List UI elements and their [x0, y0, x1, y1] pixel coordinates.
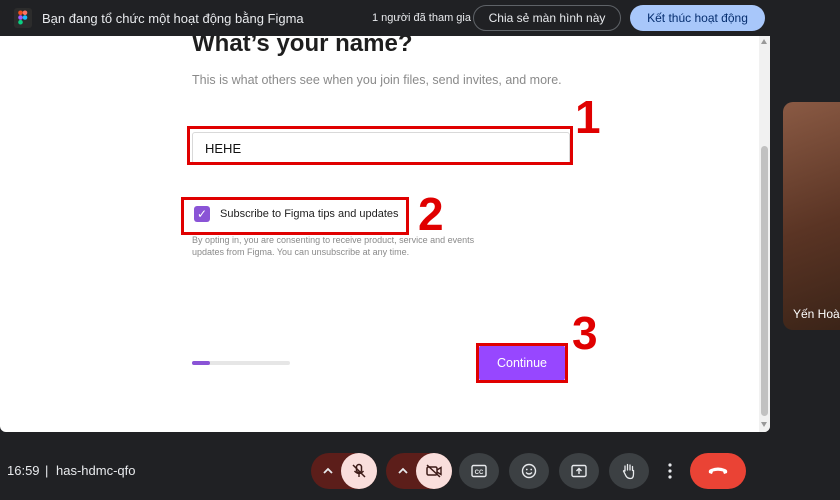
activity-title: Bạn đang tổ chức một hoạt động bằng Figm… — [42, 11, 304, 26]
page-subtitle: This is what others see when you join fi… — [192, 73, 562, 87]
more-options-button[interactable] — [655, 453, 685, 489]
onboarding-progress — [192, 361, 290, 365]
captions-icon: CC — [471, 464, 487, 478]
chevron-up-icon — [398, 467, 408, 474]
current-time: 16:59 — [7, 463, 40, 478]
participant-name: Yến Hoà — [793, 307, 840, 321]
vertical-scrollbar[interactable] — [759, 36, 770, 432]
more-vert-icon — [668, 463, 672, 479]
participant-tile[interactable]: Yến Hoà — [783, 102, 840, 330]
annotation-number-3: 3 — [572, 307, 598, 359]
participant-count: 1 người đã tham gia — [372, 12, 471, 24]
present-now-button[interactable] — [559, 453, 599, 489]
microphone-button[interactable] — [341, 453, 377, 489]
present-screen-icon — [571, 464, 587, 478]
shared-screen: What’s your name? This is what others se… — [0, 36, 770, 432]
page-title: What’s your name? — [192, 36, 413, 57]
mic-options-button[interactable] — [317, 453, 339, 489]
svg-text:CC: CC — [475, 470, 484, 476]
camera-button[interactable] — [416, 453, 452, 489]
consent-disclaimer: By opting in, you are consenting to rece… — [192, 235, 475, 257]
separator: | — [45, 463, 49, 478]
scroll-up-arrow-icon[interactable] — [761, 39, 767, 44]
reactions-button[interactable] — [509, 453, 549, 489]
highlight-box-2 — [181, 197, 409, 235]
annotation-number-1: 1 — [575, 91, 601, 143]
share-screen-button[interactable]: Chia sẻ màn hình này — [473, 5, 621, 31]
figma-icon — [14, 8, 32, 28]
mic-off-icon — [352, 463, 366, 478]
captions-button[interactable]: CC — [459, 453, 499, 489]
scrollbar-thumb[interactable] — [761, 146, 768, 416]
leave-call-button[interactable] — [690, 453, 746, 489]
chevron-up-icon — [323, 467, 333, 474]
annotation-number-2: 2 — [418, 188, 444, 240]
scroll-down-arrow-icon[interactable] — [761, 422, 767, 427]
highlight-box-3 — [476, 343, 568, 383]
progress-fill — [192, 361, 210, 365]
mic-control-group — [311, 453, 377, 489]
activity-banner: Bạn đang tổ chức một hoạt động bằng Figm… — [0, 0, 780, 36]
camera-off-icon — [426, 464, 442, 478]
emoji-icon — [521, 463, 537, 479]
highlight-box-1 — [187, 126, 573, 165]
meeting-code: has-hdmc-qfo — [56, 463, 136, 478]
camera-control-group — [386, 453, 452, 489]
raise-hand-button[interactable] — [609, 453, 649, 489]
camera-options-button[interactable] — [392, 453, 414, 489]
call-end-icon — [708, 467, 728, 474]
raise-hand-icon — [622, 463, 635, 480]
end-activity-button[interactable]: Kết thúc hoạt động — [630, 5, 765, 31]
